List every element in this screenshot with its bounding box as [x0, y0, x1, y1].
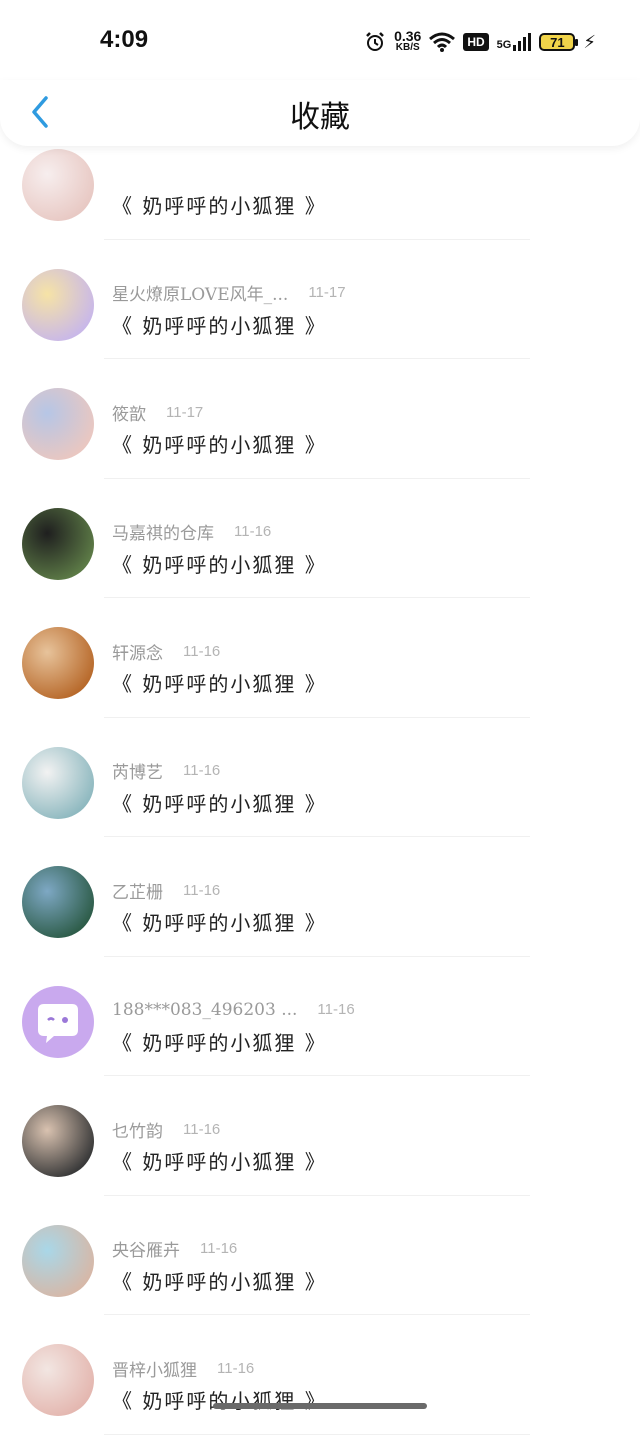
item-meta: [112, 160, 132, 186]
sender-name: 188***083_496203 ...: [112, 999, 298, 1020]
avatar[interactable]: [22, 268, 94, 341]
alarm-icon: [366, 32, 384, 51]
item-meta: 筱歆 11-17: [112, 399, 203, 425]
list-item[interactable]: 马嘉祺的仓库 11-16 《 奶呼呼的小狐狸 》: [0, 479, 640, 598]
list-item[interactable]: 乙芷栅 11-16 《 奶呼呼的小狐狸 》: [0, 837, 640, 957]
sender-name: 星火燎原LOVE风年_...: [112, 285, 289, 305]
item-date: 11-16: [217, 1359, 255, 1377]
item-title: 《 奶呼呼的小狐狸 》: [112, 1030, 327, 1055]
item-title: 《 奶呼呼的小狐狸 》: [112, 791, 327, 816]
item-title: 《 奶呼呼的小狐狸 》: [112, 433, 327, 457]
item-meta: 央谷雁卉 11-16: [112, 1236, 237, 1262]
avatar[interactable]: [22, 1224, 94, 1297]
avatar[interactable]: [22, 627, 94, 699]
network-speed: 0.36 KB/S: [394, 29, 421, 54]
list-item[interactable]: 188***083_496203 ... 11-16 《 奶呼呼的小狐狸 》: [0, 957, 640, 1076]
status-bar: 4:09 0.36 KB/S HD 5G 71 ⚡: [0, 0, 640, 80]
list-item[interactable]: 芮博艺 11-16 《 奶呼呼的小狐狸 》: [0, 718, 640, 837]
item-meta: 乜竹韵 11-16: [112, 1116, 220, 1142]
favorites-list: 《 奶呼呼的小狐狸 》 星火燎原LOVE风年_... 11-17 《 奶呼呼的小…: [0, 120, 640, 1435]
avatar[interactable]: [22, 866, 94, 938]
battery-level: 71: [550, 34, 565, 50]
item-meta: 乙芷栅 11-16: [112, 877, 220, 903]
list-item[interactable]: 星火燎原LOVE风年_... 11-17 《 奶呼呼的小狐狸 》: [0, 240, 640, 359]
sender-name: 轩源念: [112, 643, 163, 664]
avatar[interactable]: [22, 1344, 94, 1416]
item-meta: 马嘉祺的仓库 11-16: [112, 519, 271, 545]
item-date: 11-16: [183, 1120, 221, 1138]
item-date: 11-16: [200, 1240, 238, 1257]
item-title: 《 奶呼呼的小狐狸 》: [112, 911, 327, 935]
list-item[interactable]: 央谷雁卉 11-16 《 奶呼呼的小狐狸 》: [0, 1196, 640, 1315]
item-date: 11-17: [308, 284, 346, 301]
status-time: 4:09: [100, 26, 149, 53]
item-meta: 星火燎原LOVE风年_... 11-17: [112, 280, 346, 306]
charging-icon: ⚡: [583, 31, 596, 53]
item-meta: 晋梓小狐狸 11-16: [112, 1355, 254, 1381]
avatar[interactable]: [22, 507, 94, 580]
item-title: 《 奶呼呼的小狐狸 》: [112, 194, 327, 218]
avatar[interactable]: [22, 746, 94, 819]
item-date: 11-16: [234, 523, 272, 540]
item-title: 《 奶呼呼的小狐狸 》: [112, 552, 327, 577]
sender-name: 乙芷栅: [112, 882, 163, 903]
avatar[interactable]: [22, 985, 94, 1058]
item-title: 《 奶呼呼的小狐狸 》: [112, 313, 327, 338]
network-speed-unit: KB/S: [395, 42, 420, 53]
sender-name: 筱歆: [112, 404, 146, 425]
network-type-label: 5G: [496, 39, 512, 51]
item-date: 11-17: [166, 403, 204, 421]
item-date: 11-16: [183, 881, 221, 899]
divider: [104, 1433, 530, 1435]
sender-name: 乜竹韵: [112, 1121, 163, 1142]
item-date: 11-16: [183, 642, 221, 660]
item-title: 《 奶呼呼的小狐狸 》: [112, 672, 327, 696]
sender-name: 芮博艺: [112, 763, 163, 783]
page-header: 收藏: [0, 80, 640, 146]
list-item[interactable]: 乜竹韵 11-16 《 奶呼呼的小狐狸 》: [0, 1076, 640, 1196]
list-item[interactable]: 筱歆 11-17 《 奶呼呼的小狐狸 》: [0, 359, 640, 479]
avatar[interactable]: [22, 149, 94, 221]
status-icons: 0.36 KB/S HD 5G 71 ⚡: [364, 26, 596, 58]
item-title: 《 奶呼呼的小狐狸 》: [112, 1150, 327, 1174]
cellular-signal: 5G: [497, 33, 532, 51]
avatar[interactable]: [22, 388, 94, 460]
item-meta: 轩源念 11-16: [112, 638, 220, 664]
home-indicator[interactable]: [213, 1403, 427, 1409]
item-meta: 188***083_496203 ... 11-16: [112, 997, 355, 1023]
sender-name: 央谷雁卉: [112, 1241, 180, 1261]
sender-name: 晋梓小狐狸: [112, 1360, 197, 1381]
page-title: 收藏: [290, 100, 350, 135]
item-title: 《 奶呼呼的小狐狸 》: [112, 1269, 327, 1294]
avatar[interactable]: [22, 1105, 94, 1177]
list-item[interactable]: 晋梓小狐狸 11-16 《 奶呼呼的小狐狸 》: [0, 1315, 640, 1435]
battery-icon: 71: [539, 33, 579, 51]
item-date: 11-16: [317, 1001, 355, 1018]
chat-bubble-icon: [38, 1003, 78, 1043]
signal-bars-icon: [513, 33, 532, 51]
hd-badge: HD: [463, 33, 489, 51]
item-title: 《 奶呼呼的小狐狸 》: [112, 1389, 327, 1413]
list-item[interactable]: 轩源念 11-16 《 奶呼呼的小狐狸 》: [0, 598, 640, 718]
wifi-icon: [429, 32, 456, 52]
item-date: 11-16: [183, 762, 221, 779]
sender-name: 马嘉祺的仓库: [112, 524, 214, 544]
item-meta: 芮博艺 11-16: [112, 758, 220, 784]
